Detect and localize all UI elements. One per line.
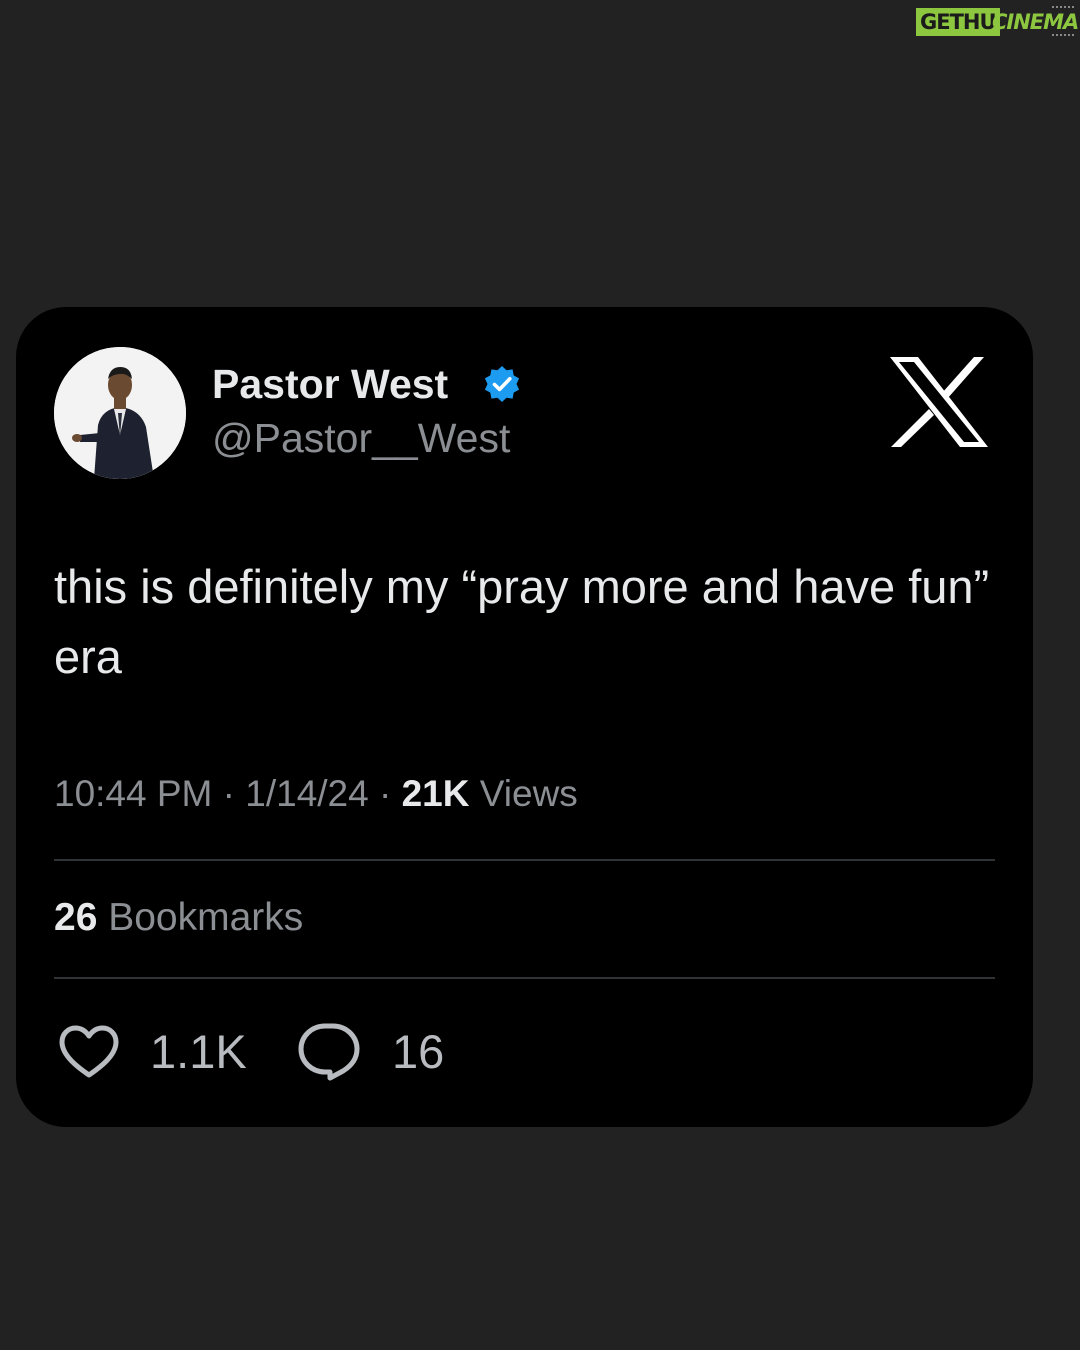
divider — [54, 859, 995, 861]
tweet-date[interactable]: 1/14/24 — [245, 773, 368, 814]
reply-count: 16 — [392, 1025, 445, 1078]
reply-button[interactable]: 16 — [296, 1022, 444, 1082]
heart-icon — [59, 1025, 119, 1078]
x-logo-icon — [890, 357, 988, 447]
tweet-card[interactable]: Pastor West @Pastor__West this is defini… — [16, 307, 1033, 1127]
views-label: Views — [479, 773, 578, 814]
watermark-part-gethu: GETHU — [916, 8, 1000, 36]
tweet-time[interactable]: 10:44 PM — [54, 773, 212, 814]
like-button[interactable]: 1.1K — [58, 1022, 247, 1082]
watermark-film-strip-top — [1052, 6, 1074, 13]
watermark-logo: GETHU CINEMA — [916, 6, 1079, 41]
meta-separator: · — [212, 773, 246, 814]
meta-separator: · — [368, 773, 402, 814]
bookmarks-count: 26 — [54, 896, 98, 939]
bookmarks-stat[interactable]: 26 Bookmarks — [54, 892, 303, 944]
speech-bubble-icon — [298, 1023, 360, 1081]
bookmarks-label: Bookmarks — [108, 896, 304, 939]
verified-badge-icon — [484, 366, 520, 402]
tweet-metadata: 10:44 PM · 1/14/24 · 21K Views — [54, 769, 578, 819]
avatar-portrait-image — [54, 347, 186, 479]
avatar[interactable] — [54, 347, 186, 479]
tweet-text: this is definitely my “pray more and hav… — [54, 560, 990, 683]
like-count: 1.1K — [150, 1025, 247, 1078]
views-count: 21K — [401, 773, 470, 814]
watermark-film-strip-bottom — [1052, 34, 1074, 41]
user-handle[interactable]: @Pastor__West — [212, 413, 510, 463]
display-name[interactable]: Pastor West — [212, 359, 448, 409]
divider — [54, 977, 995, 979]
